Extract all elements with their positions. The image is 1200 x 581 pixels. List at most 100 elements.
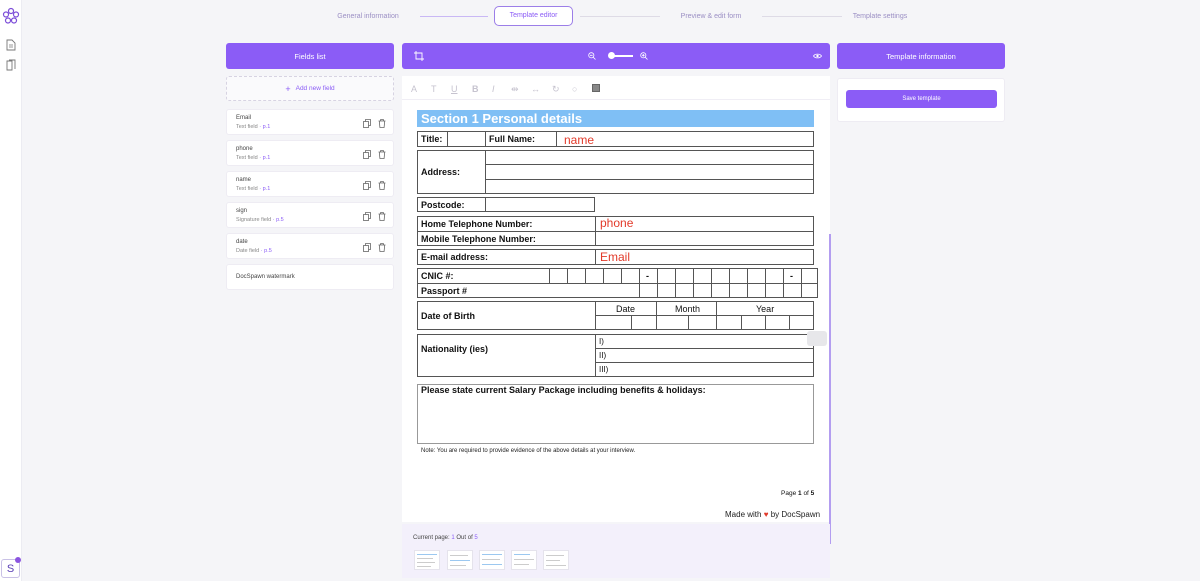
field-type: Text field · p.1 — [236, 155, 270, 161]
made-with-suffix: by DocSpawn — [770, 510, 821, 519]
copy-icon[interactable] — [363, 119, 371, 128]
heart-icon: ♥ — [763, 510, 769, 519]
trash-icon[interactable] — [378, 119, 386, 128]
drag-handle[interactable] — [807, 331, 827, 346]
passport-label: Passport # — [421, 286, 468, 296]
save-template-button[interactable]: Save template — [846, 90, 997, 108]
cnic-dash: - — [646, 271, 649, 281]
field-card-phone[interactable]: phone Text field · p.1 — [226, 140, 394, 166]
page-thumbnail-1[interactable] — [414, 550, 440, 570]
current-page-label: Current page: — [413, 535, 450, 541]
postcode-label: Postcode: — [421, 200, 465, 210]
field-type-label: Signature field — [236, 217, 272, 223]
underline-icon[interactable]: U — [451, 84, 458, 94]
date-column: Date — [616, 304, 636, 314]
step-preview-edit-form[interactable]: Preview & edit form — [672, 10, 750, 24]
nationality-block — [417, 334, 814, 377]
copy-icon[interactable] — [363, 243, 371, 252]
editor-header — [402, 43, 830, 69]
section-header: Section 1 Personal details — [417, 110, 814, 127]
page-of: of — [803, 490, 809, 497]
page-thumbnail-3[interactable] — [479, 550, 505, 570]
field-card-name[interactable]: name Text field · p.1 — [226, 171, 394, 197]
address-label: Address: — [421, 167, 461, 177]
field-type-label: Text field — [236, 155, 258, 161]
text-transform-icon[interactable]: T — [431, 84, 437, 94]
vertical-scrollbar[interactable] — [829, 234, 831, 544]
formatting-toolbar — [402, 76, 830, 100]
trash-icon[interactable] — [378, 212, 386, 221]
fields-list-title: Fields list — [294, 51, 326, 61]
zoom-slider-handle[interactable] — [608, 52, 615, 59]
field-card-email[interactable]: Email Text field · p.1 — [226, 109, 394, 135]
trash-icon[interactable] — [378, 243, 386, 252]
home-telephone-label: Home Telephone Number: — [421, 219, 533, 229]
field-type: Text field · p.1 — [236, 124, 270, 130]
name-field[interactable]: name — [564, 133, 594, 147]
field-card-sign[interactable]: sign Signature field · p.5 — [226, 202, 394, 228]
email-field[interactable]: Email — [600, 250, 630, 264]
color-swatch-icon[interactable] — [592, 84, 600, 92]
field-type-label: Text field — [236, 186, 258, 192]
add-new-field-button[interactable]: + Add new field — [226, 76, 394, 101]
field-type-label: Text field — [236, 124, 258, 130]
field-type: Text field · p.1 — [236, 186, 270, 192]
eye-icon[interactable] — [813, 52, 822, 60]
page-thumbnail-5[interactable] — [543, 550, 569, 570]
nationality-1: I) — [599, 337, 604, 346]
nationality-3: III) — [599, 365, 609, 374]
page-counter: Page 1 of 5 — [781, 490, 814, 497]
copy-icon[interactable] — [363, 212, 371, 221]
flower-logo-icon[interactable] — [2, 7, 20, 25]
trash-icon[interactable] — [378, 181, 386, 190]
step-template-settings[interactable]: Template settings — [848, 10, 912, 24]
copy-icon[interactable] — [363, 181, 371, 190]
field-card-watermark[interactable]: DocSpawn watermark — [226, 264, 394, 290]
text-size-icon[interactable]: A — [411, 84, 417, 94]
cnic-label: CNIC #: — [421, 271, 454, 281]
watermark-label: DocSpawn watermark — [236, 274, 295, 280]
field-name: name — [236, 177, 252, 183]
nationality-2: II) — [599, 351, 607, 360]
zoom-in-icon[interactable] — [640, 52, 648, 60]
full-name-label: Full Name: — [489, 134, 536, 144]
dob-label: Date of Birth — [421, 311, 475, 321]
made-with-prefix: Made with — [725, 510, 762, 519]
page-thumbnail-4[interactable] — [511, 550, 537, 570]
align-spread-icon[interactable]: ↔ — [531, 84, 540, 94]
crop-icon[interactable] — [414, 51, 424, 61]
step-general-information[interactable]: General information — [330, 10, 406, 24]
field-name: phone — [236, 146, 253, 152]
step-connector — [580, 16, 660, 17]
salary-label: Please state current Salary Package incl… — [421, 385, 706, 395]
copy-icon[interactable] — [363, 150, 371, 159]
notification-dot — [15, 557, 21, 563]
fields-list-header: Fields list — [226, 43, 394, 69]
step-template-editor[interactable]: Template editor — [494, 6, 573, 26]
field-card-date[interactable]: date Date field · p.5 — [226, 233, 394, 259]
align-center-icon[interactable]: ⇹ — [511, 84, 519, 95]
plus-icon: + — [285, 83, 291, 94]
page-prefix: Page — [781, 490, 797, 497]
address-block — [417, 150, 814, 194]
name-row — [417, 131, 814, 147]
documents-icon[interactable] — [6, 59, 16, 71]
template-information-header: Template information — [837, 43, 1005, 69]
field-name: sign — [236, 208, 248, 214]
trash-icon[interactable] — [378, 150, 386, 159]
page-thumbnail-2[interactable] — [447, 550, 473, 570]
mobile-telephone-label: Mobile Telephone Number: — [421, 234, 536, 244]
template-information-title: Template information — [886, 51, 956, 61]
field-type: Date field · p.5 — [236, 248, 272, 254]
lock-icon[interactable]: ○ — [572, 84, 577, 94]
bold-icon[interactable]: B — [472, 84, 479, 94]
page-current: 1 — [798, 490, 802, 497]
rotate-icon[interactable]: ↻ — [552, 84, 560, 95]
italic-icon[interactable]: I — [492, 84, 495, 94]
field-type-label: Date field — [236, 248, 260, 254]
zoom-out-icon[interactable] — [588, 52, 596, 60]
field-page: · p.5 — [272, 217, 284, 223]
document-icon[interactable] — [6, 39, 16, 51]
phone-field[interactable]: phone — [600, 216, 633, 230]
month-column: Month — [675, 304, 701, 314]
